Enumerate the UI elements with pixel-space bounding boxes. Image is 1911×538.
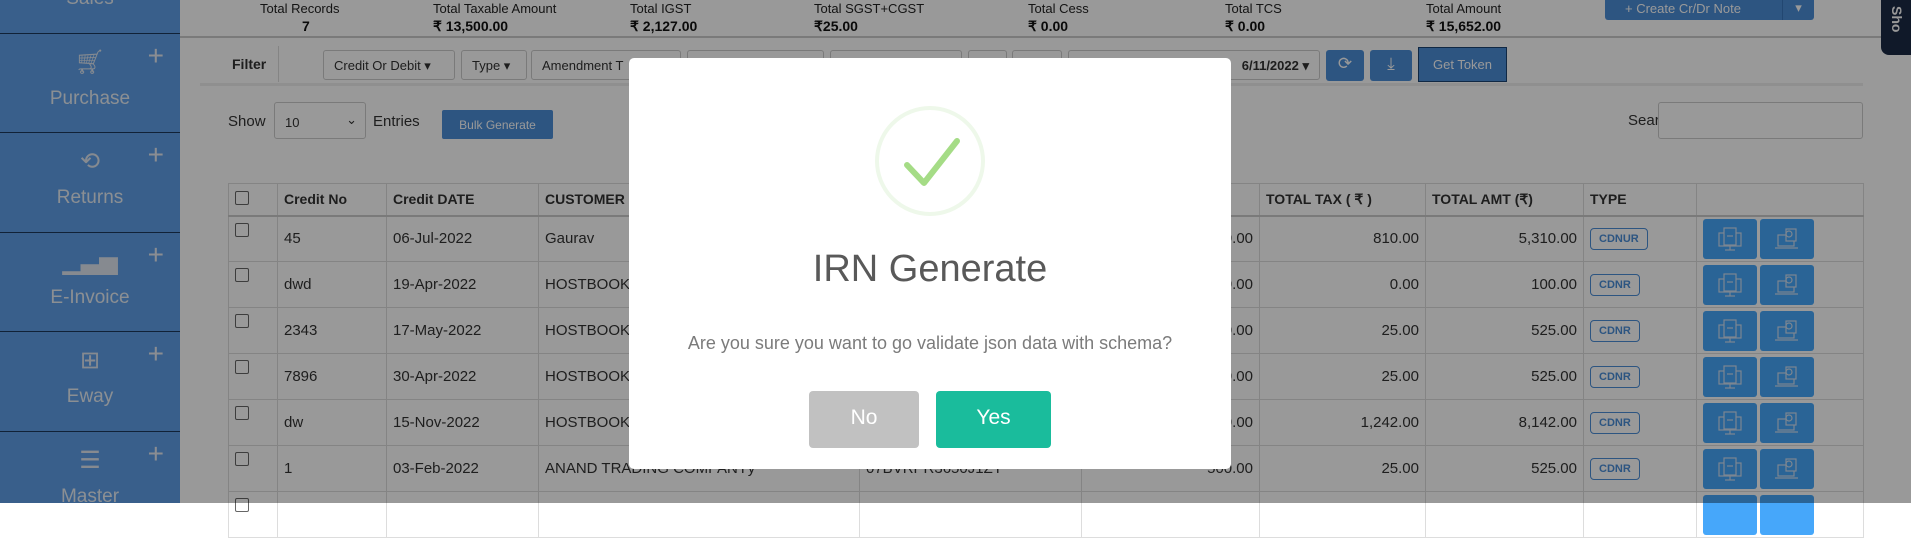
success-check-icon (875, 106, 985, 216)
no-button[interactable]: No (809, 391, 919, 448)
yes-button[interactable]: Yes (936, 391, 1051, 448)
dialog-message: Are you sure you want to go validate jso… (687, 333, 1173, 353)
dialog-title: IRN Generate (812, 248, 1048, 290)
irn-generate-dialog: IRN Generate Are you sure you want to go… (629, 58, 1231, 469)
